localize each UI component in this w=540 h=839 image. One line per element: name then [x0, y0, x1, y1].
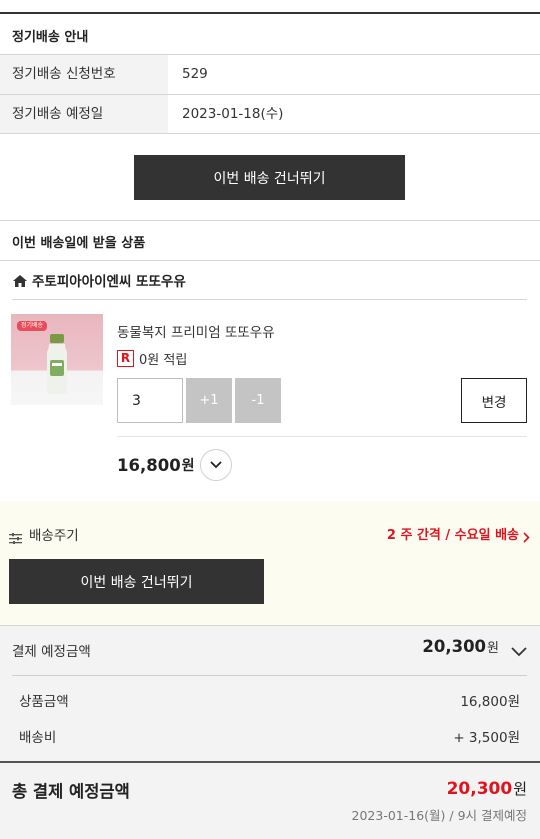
quantity-plus-button[interactable]: +1 — [186, 378, 232, 423]
delivery-cycle-label-row: 배송주기 — [9, 524, 79, 544]
delivery-date-label: 정기배송 예정일 — [0, 95, 168, 133]
subscription-number-value: 529 — [182, 66, 208, 82]
chevron-down-icon — [511, 642, 527, 656]
section-title-products: 이번 배송일에 받을 상품 — [12, 236, 146, 251]
shipping-label: 배송비 — [19, 730, 57, 746]
chevron-right-icon — [523, 528, 530, 543]
delivery-date-value: 2023-01-18(수) — [182, 106, 284, 122]
quantity-minus-button[interactable]: -1 — [235, 378, 281, 423]
total-amount: 20,300 — [446, 779, 513, 799]
divider — [12, 299, 527, 300]
skip-delivery-button-secondary[interactable]: 이번 배송 건너뛰기 — [9, 559, 264, 604]
change-quantity-button[interactable]: 변경 — [461, 378, 527, 423]
seller-name: 주토피아아이엔씨 또또우유 — [32, 274, 186, 290]
delivery-cycle-value: 2 주 간격 / 수요일 배송 — [386, 528, 519, 543]
delivery-cycle-link[interactable]: 2 주 간격 / 수요일 배송 — [387, 524, 530, 543]
total-label: 총 결제 예정금액 — [12, 782, 130, 801]
product-price: 16,800 — [117, 455, 181, 475]
reward-icon: R — [117, 350, 134, 367]
subtotal-value: 16,800원 — [460, 694, 520, 710]
product-price-unit: 원 — [181, 458, 195, 474]
divider — [0, 133, 540, 134]
delivery-cycle-label: 배송주기 — [29, 528, 79, 544]
payment-schedule: 2023-01-16(월) / 9시 결제예정 — [351, 808, 527, 823]
divider — [12, 675, 527, 676]
divider — [0, 220, 540, 221]
divider — [0, 260, 540, 261]
divider — [117, 436, 527, 437]
reward-row: R 0원 적립 — [117, 349, 187, 368]
payment-amount-unit: 원 — [487, 641, 499, 656]
shipping-value: + 3,500원 — [453, 730, 520, 746]
price-row: 16,800 원 — [117, 449, 232, 481]
total-amount-unit: 원 — [513, 780, 527, 798]
seller-row[interactable]: 주토피아아이엔씨 또또우유 — [12, 270, 186, 290]
settings-sliders-icon — [9, 529, 22, 544]
reward-text: 0원 적립 — [139, 353, 188, 368]
divider — [0, 761, 540, 763]
product-image[interactable]: 정기배송 — [11, 314, 103, 405]
skip-delivery-button[interactable]: 이번 배송 건너뛰기 — [134, 155, 405, 200]
total-amount-row: 20,300 원 — [447, 778, 527, 799]
payment-amount-row[interactable]: 20,300 원 — [422, 637, 527, 656]
quantity-input[interactable]: 3 — [117, 378, 183, 423]
subscription-number-label: 정기배송 신청번호 — [0, 55, 168, 94]
chevron-down-icon[interactable] — [199, 449, 232, 481]
product-name[interactable]: 동물복지 프리미엄 또또우유 — [117, 321, 275, 341]
subtotal-label: 상품금액 — [19, 694, 69, 710]
payment-amount: 20,300 — [422, 637, 487, 656]
home-icon — [12, 273, 28, 287]
top-border — [0, 12, 540, 14]
section-title-subscription: 정기배송 안내 — [12, 30, 89, 45]
payment-label: 결제 예정금액 — [12, 644, 91, 660]
milk-bottle-icon — [47, 334, 67, 394]
